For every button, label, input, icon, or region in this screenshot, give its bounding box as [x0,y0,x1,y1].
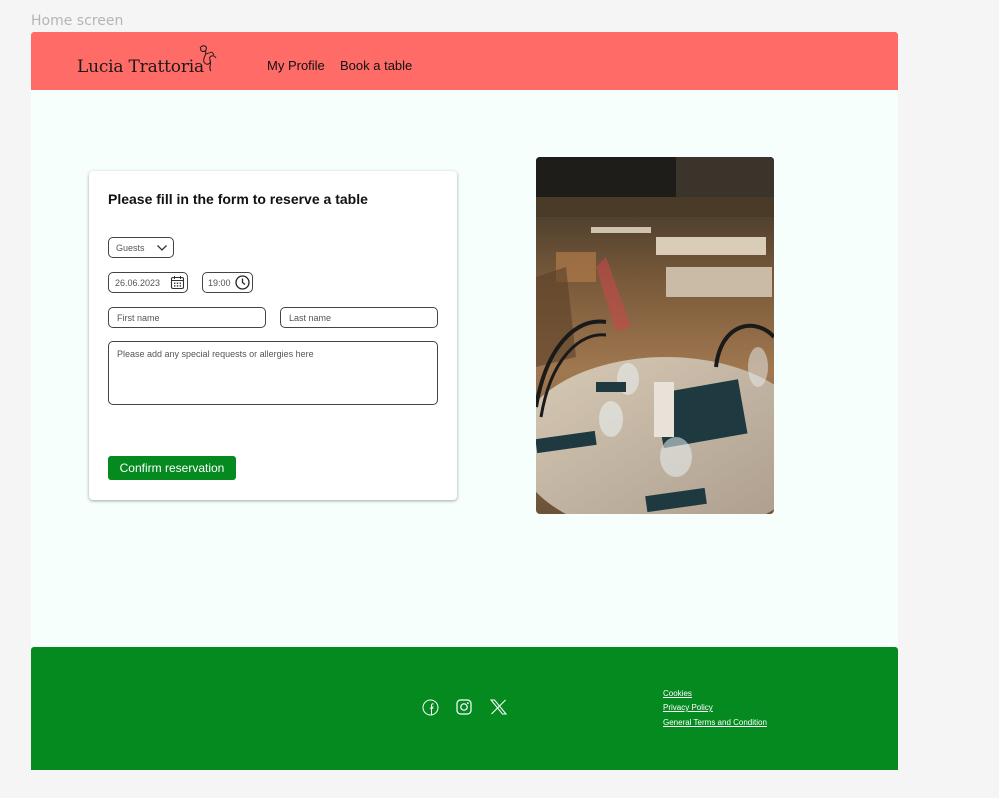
last-name-field[interactable]: Last name [280,307,438,328]
date-picker[interactable]: 26.06.2023 [108,272,188,293]
x-icon[interactable] [490,699,507,715]
calendar-icon [170,276,185,290]
first-name-field[interactable]: First name [108,307,266,328]
clock-icon [235,275,250,290]
header: Lucia Trattoria My Profile Book a table [31,32,898,90]
footer: Cookies Privacy Policy General Terms and… [31,647,898,770]
last-name-placeholder: Last name [289,313,332,323]
special-requests-field[interactable]: Please add any special requests or aller… [108,341,438,405]
time-picker[interactable]: 19:00 [202,272,253,293]
nav-book-a-table[interactable]: Book a table [340,58,412,73]
home-screen: Lucia Trattoria My Profile Book a table … [31,32,898,770]
logo-mark-icon [199,45,217,72]
guests-value: Guests [116,243,145,253]
form-title: Please fill in the form to reserve a tab… [108,191,368,207]
instagram-icon[interactable] [456,699,472,715]
frame-label: Home screen [31,13,124,29]
confirm-reservation-button[interactable]: Confirm reservation [108,456,236,480]
special-requests-placeholder: Please add any special requests or aller… [117,349,314,359]
reservation-form-card: Please fill in the form to reserve a tab… [89,171,457,500]
footer-link-cookies[interactable]: Cookies [663,689,692,698]
time-value: 19:00 [208,278,231,288]
logo-text[interactable]: Lucia Trattoria [77,57,204,77]
restaurant-photo [536,157,774,514]
guests-select[interactable]: Guests [108,237,174,258]
nav-my-profile[interactable]: My Profile [267,58,325,73]
chevron-down-icon [157,245,167,251]
date-value: 26.06.2023 [115,278,161,288]
footer-link-privacy-policy[interactable]: Privacy Policy [663,703,713,712]
first-name-placeholder: First name [117,313,160,323]
footer-link-terms[interactable]: General Terms and Condition [663,718,767,727]
facebook-icon[interactable] [422,699,439,716]
